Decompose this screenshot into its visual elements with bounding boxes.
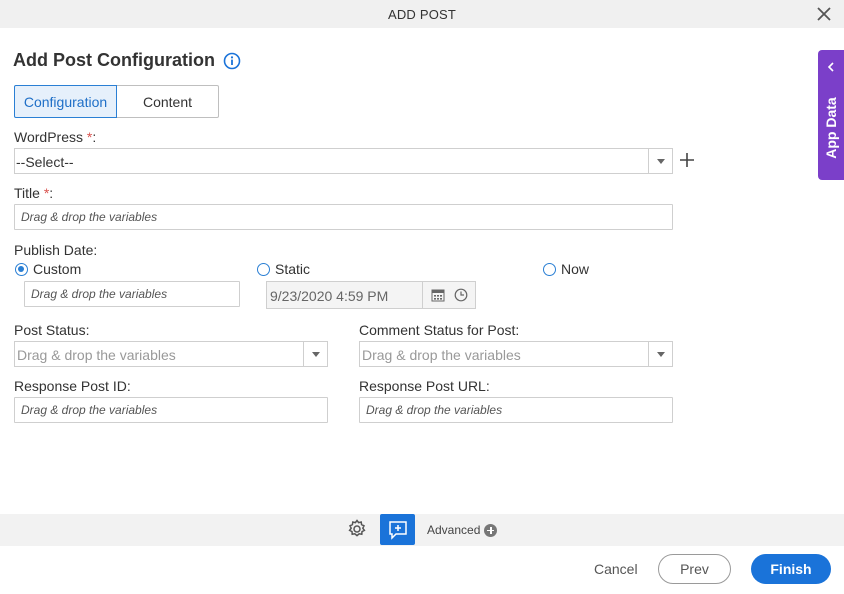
chevron-down-icon[interactable] <box>648 149 672 173</box>
chevron-down-icon[interactable] <box>648 342 672 366</box>
publish-date-custom-radio[interactable]: Custom <box>15 261 81 277</box>
wordpress-label: WordPress *: <box>14 129 97 145</box>
post-status-label: Post Status: <box>14 322 90 338</box>
static-datetime-picker[interactable]: 9/23/2020 4:59 PM <box>266 281 476 309</box>
calendar-icon[interactable] <box>431 288 445 302</box>
chevron-down-icon[interactable] <box>303 342 327 366</box>
radio-unchecked-icon <box>257 262 270 276</box>
response-post-id-label: Response Post ID: <box>14 378 131 394</box>
static-datetime-value: 9/23/2020 4:59 PM <box>270 288 389 304</box>
chevron-left-icon <box>827 62 834 72</box>
title-input[interactable]: Drag & drop the variables <box>14 204 673 230</box>
publish-date-static-radio[interactable]: Static <box>257 261 310 277</box>
finish-button[interactable]: Finish <box>751 554 831 584</box>
plus-icon[interactable] <box>679 151 695 169</box>
publish-date-label: Publish Date: <box>14 242 98 258</box>
info-icon[interactable] <box>223 52 241 70</box>
add-note-button[interactable] <box>380 514 415 545</box>
tab-content[interactable]: Content <box>117 85 219 118</box>
page-heading: Add Post Configuration <box>13 50 241 71</box>
gear-icon[interactable] <box>346 518 368 540</box>
wordpress-select-value: --Select-- <box>16 154 74 170</box>
post-status-placeholder: Drag & drop the variables <box>17 347 176 363</box>
comment-status-placeholder: Drag & drop the variables <box>362 347 521 363</box>
post-status-select[interactable]: Drag & drop the variables <box>14 341 328 367</box>
page-title: Add Post Configuration <box>13 50 215 70</box>
publish-date-now-radio[interactable]: Now <box>543 261 589 277</box>
wordpress-select[interactable]: --Select-- <box>14 148 673 174</box>
close-icon[interactable] <box>814 4 834 24</box>
add-note-icon <box>388 520 407 540</box>
dialog-titlebar: ADD POST <box>0 0 844 28</box>
response-post-id-input[interactable]: Drag & drop the variables <box>14 397 328 423</box>
advanced-toggle[interactable]: Advanced <box>427 523 498 537</box>
plus-circle-icon <box>484 523 498 537</box>
response-post-url-input[interactable]: Drag & drop the variables <box>359 397 673 423</box>
app-data-panel-toggle[interactable]: App Data <box>818 50 844 180</box>
bottom-toolbar <box>0 514 844 546</box>
clock-icon[interactable] <box>454 288 468 302</box>
advanced-label: Advanced <box>427 523 481 537</box>
tab-bar: Configuration Content <box>14 85 219 118</box>
comment-status-select[interactable]: Drag & drop the variables <box>359 341 673 367</box>
radio-checked-icon <box>15 262 28 276</box>
title-label: Title *: <box>14 185 54 201</box>
comment-status-label: Comment Status for Post: <box>359 322 520 338</box>
custom-date-input[interactable]: Drag & drop the variables <box>24 281 240 307</box>
radio-unchecked-icon <box>543 262 556 276</box>
tab-configuration[interactable]: Configuration <box>14 85 117 118</box>
prev-button[interactable]: Prev <box>658 554 731 584</box>
app-data-label: App Data <box>823 97 839 159</box>
cancel-button[interactable]: Cancel <box>594 561 638 577</box>
dialog-title: ADD POST <box>387 7 457 22</box>
response-post-url-label: Response Post URL: <box>359 378 490 394</box>
